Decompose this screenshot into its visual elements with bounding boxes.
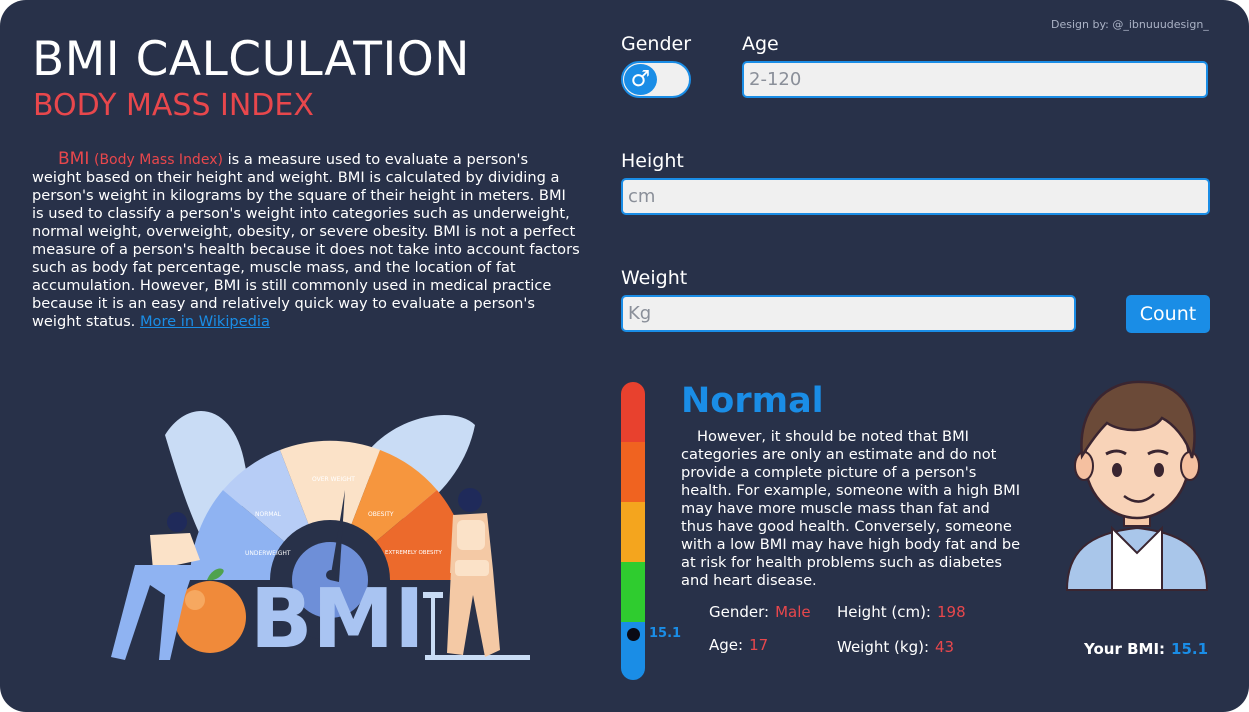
result-weight: Weight (kg): 43: [837, 638, 954, 656]
bmi-gauge-illustration: UNDERWEIGHT NORMAL OVER WEIGHT OBESITY E…: [111, 411, 530, 665]
scale-segment-obese: [621, 442, 645, 502]
designer-credit: Design by: @_ibnuuudesign_: [1051, 18, 1209, 31]
bmi-note-text: However, it should be noted that BMI cat…: [681, 428, 1021, 589]
scale-segment-obese-extreme: [621, 382, 645, 442]
wikipedia-link[interactable]: More in Wikipedia: [140, 313, 270, 330]
age-input[interactable]: 2-120: [742, 61, 1208, 98]
weight-input[interactable]: Kg: [621, 295, 1076, 332]
result-age-value: 17: [749, 636, 769, 654]
bmi-card: Design by: @_ibnuuudesign_ BMI CALCULATI…: [0, 0, 1249, 712]
result-weight-label: Weight (kg):: [837, 638, 929, 656]
gauge-label-overweight: OVER WEIGHT: [312, 476, 355, 483]
gauge-label-obesity: OBESITY: [368, 511, 394, 518]
weight-label: Weight: [621, 267, 688, 289]
your-bmi-value: 15.1: [1171, 640, 1209, 658]
bmi-description: BMI (Body Mass Index) is a measure used …: [32, 150, 580, 331]
male-symbol-icon: ♂: [624, 64, 657, 95]
result-height: Height (cm): 198: [837, 603, 966, 621]
result-gender-value: Male: [775, 603, 811, 621]
result-gender: Gender: Male: [709, 603, 811, 621]
bmi-big-text: BMI: [250, 572, 425, 665]
count-button[interactable]: Count: [1126, 295, 1210, 333]
description-text: is a measure used to evaluate a person's…: [32, 151, 580, 330]
gender-toggle[interactable]: ♂: [621, 61, 691, 98]
your-bmi: Your BMI: 15.1: [1084, 640, 1208, 658]
height-label: Height: [621, 150, 684, 172]
bmi-note: However, it should be noted that BMI cat…: [681, 428, 1026, 590]
result-weight-value: 43: [935, 638, 955, 656]
bmi-keyword: BMI: [58, 149, 90, 169]
age-label: Age: [742, 33, 779, 55]
bmi-marker-value: 15.1: [649, 626, 682, 641]
your-bmi-label: Your BMI:: [1084, 640, 1166, 658]
result-height-value: 198: [936, 603, 966, 621]
result-age-label: Age:: [709, 636, 744, 654]
scale-segment-overweight: [621, 502, 645, 562]
gauge-label-underweight: UNDERWEIGHT: [245, 550, 291, 557]
height-input[interactable]: cm: [621, 178, 1210, 215]
bmi-expansion: (Body Mass Index): [93, 152, 223, 168]
male-avatar-illustration: [1065, 380, 1209, 591]
page-title: BMI CALCULATION: [32, 32, 470, 87]
gauge-label-normal: NORMAL: [255, 511, 282, 518]
result-height-label: Height (cm):: [837, 603, 931, 621]
bmi-status: Normal: [681, 381, 824, 421]
result-age: Age: 17: [709, 636, 768, 654]
result-gender-label: Gender:: [709, 603, 770, 621]
gender-label: Gender: [621, 33, 692, 55]
page-subtitle: BODY MASS INDEX: [33, 88, 314, 123]
scale-segment-normal: [621, 562, 645, 622]
gauge-label-extremely-obesity: EXTREMELY OBESITY: [385, 550, 443, 556]
bmi-scale-marker: [627, 628, 640, 641]
